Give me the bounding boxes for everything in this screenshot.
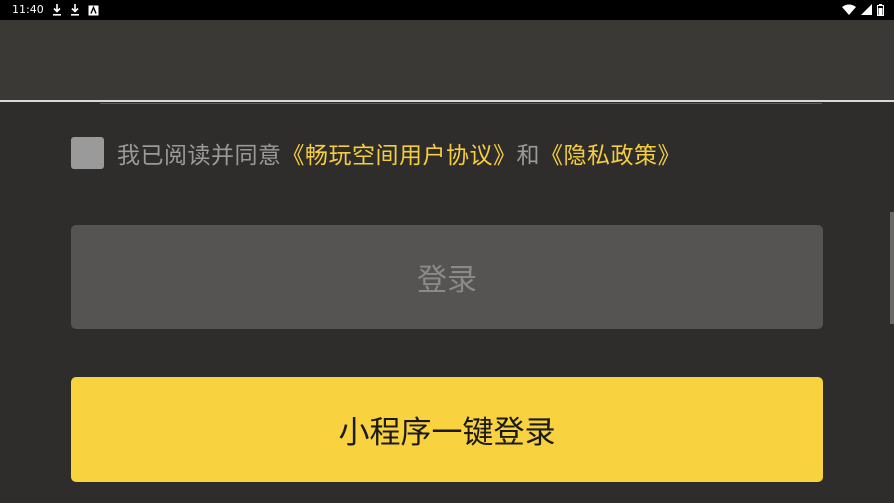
status-notifications bbox=[52, 3, 99, 17]
status-system-icons bbox=[842, 3, 884, 17]
status-time: 11:40 bbox=[12, 3, 44, 16]
agreement-row: 我已阅读并同意 《畅玩空间用户协议》 和 《隐私政策》 bbox=[71, 137, 681, 169]
login-button[interactable]: 登录 bbox=[71, 225, 823, 329]
signal-icon bbox=[861, 4, 872, 15]
status-bar: 11:40 bbox=[0, 0, 894, 20]
scrollbar[interactable] bbox=[890, 212, 894, 324]
mini-program-login-button[interactable]: 小程序一键登录 bbox=[71, 377, 823, 482]
agreement-conjunction: 和 bbox=[516, 143, 540, 169]
accessibility-icon bbox=[88, 5, 99, 15]
app-header bbox=[0, 20, 894, 101]
agreement-checkbox[interactable] bbox=[71, 137, 104, 169]
privacy-policy-link[interactable]: 《隐私政策》 bbox=[540, 136, 681, 170]
wifi-icon bbox=[842, 4, 856, 15]
input-underline bbox=[100, 103, 822, 104]
download-icon bbox=[71, 4, 79, 16]
battery-icon bbox=[877, 4, 884, 16]
download-icon bbox=[53, 4, 61, 16]
user-agreement-link[interactable]: 《畅玩空间用户协议》 bbox=[282, 136, 517, 170]
agreement-prefix: 我已阅读并同意 bbox=[117, 143, 282, 169]
